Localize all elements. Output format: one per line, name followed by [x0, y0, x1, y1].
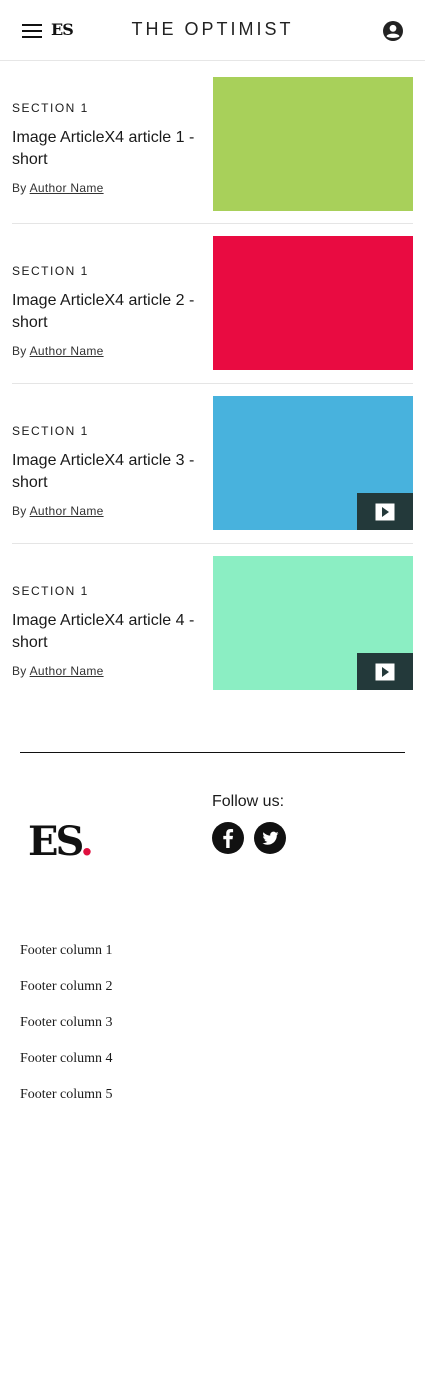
play-icon — [375, 663, 395, 680]
article-list: SECTION 1 Image ArticleX4 article 1 - sh… — [12, 61, 413, 704]
byline: By Author Name — [12, 181, 202, 195]
footer-logo-text: ES — [28, 818, 83, 865]
article-headline[interactable]: Image ArticleX4 article 2 - short — [12, 290, 202, 334]
article-headline[interactable]: Image ArticleX4 article 1 - short — [12, 127, 202, 171]
video-play-badge[interactable] — [357, 653, 413, 690]
footer-column-link[interactable]: Footer column 5 — [20, 1086, 113, 1122]
play-icon — [375, 503, 395, 520]
article-text: SECTION 1 Image ArticleX4 article 1 - sh… — [12, 101, 202, 195]
article-thumbnail[interactable] — [213, 77, 413, 211]
byline: By Author Name — [12, 664, 202, 678]
footer-column-link[interactable]: Footer column 1 — [20, 942, 113, 978]
footer-divider — [20, 752, 405, 753]
article-text: SECTION 1 Image ArticleX4 article 4 - sh… — [12, 584, 202, 678]
footer-columns: Footer column 1 Footer column 2 Footer c… — [20, 942, 113, 1122]
article-text: SECTION 1 Image ArticleX4 article 3 - sh… — [12, 424, 202, 518]
author-link[interactable]: Author Name — [30, 181, 104, 195]
site-header: ES THE OPTIMIST — [0, 0, 425, 61]
byline-prefix: By — [12, 504, 27, 518]
article-text: SECTION 1 Image ArticleX4 article 2 - sh… — [12, 264, 202, 358]
article-thumbnail[interactable] — [213, 396, 413, 530]
author-link[interactable]: Author Name — [30, 344, 104, 358]
byline-prefix: By — [12, 181, 27, 195]
byline-prefix: By — [12, 344, 27, 358]
section-label[interactable]: SECTION 1 — [12, 424, 202, 438]
byline: By Author Name — [12, 344, 202, 358]
article-card[interactable]: SECTION 1 Image ArticleX4 article 3 - sh… — [12, 384, 413, 544]
article-card[interactable]: SECTION 1 Image ArticleX4 article 1 - sh… — [12, 61, 413, 224]
account-circle-icon[interactable] — [382, 20, 404, 42]
article-thumbnail[interactable] — [213, 236, 413, 370]
brand-title[interactable]: THE OPTIMIST — [0, 19, 425, 40]
footer-logo-dot: . — [79, 818, 94, 865]
section-label[interactable]: SECTION 1 — [12, 101, 202, 115]
article-headline[interactable]: Image ArticleX4 article 3 - short — [12, 450, 202, 494]
section-label[interactable]: SECTION 1 — [12, 584, 202, 598]
footer-column-link[interactable]: Footer column 4 — [20, 1050, 113, 1086]
footer-column-link[interactable]: Footer column 2 — [20, 978, 113, 1014]
author-link[interactable]: Author Name — [30, 664, 104, 678]
footer-es-logo[interactable]: ES. — [28, 818, 94, 865]
byline-prefix: By — [12, 664, 27, 678]
article-headline[interactable]: Image ArticleX4 article 4 - short — [12, 610, 202, 654]
article-thumbnail[interactable] — [213, 556, 413, 690]
article-card[interactable]: SECTION 1 Image ArticleX4 article 4 - sh… — [12, 544, 413, 704]
section-label[interactable]: SECTION 1 — [12, 264, 202, 278]
author-link[interactable]: Author Name — [30, 504, 104, 518]
follow-us-label: Follow us: — [212, 793, 285, 810]
byline: By Author Name — [12, 504, 202, 518]
footer-column-link[interactable]: Footer column 3 — [20, 1014, 113, 1050]
twitter-icon[interactable] — [254, 822, 286, 854]
facebook-icon[interactable] — [212, 822, 244, 854]
article-card[interactable]: SECTION 1 Image ArticleX4 article 2 - sh… — [12, 224, 413, 384]
video-play-badge[interactable] — [357, 493, 413, 530]
